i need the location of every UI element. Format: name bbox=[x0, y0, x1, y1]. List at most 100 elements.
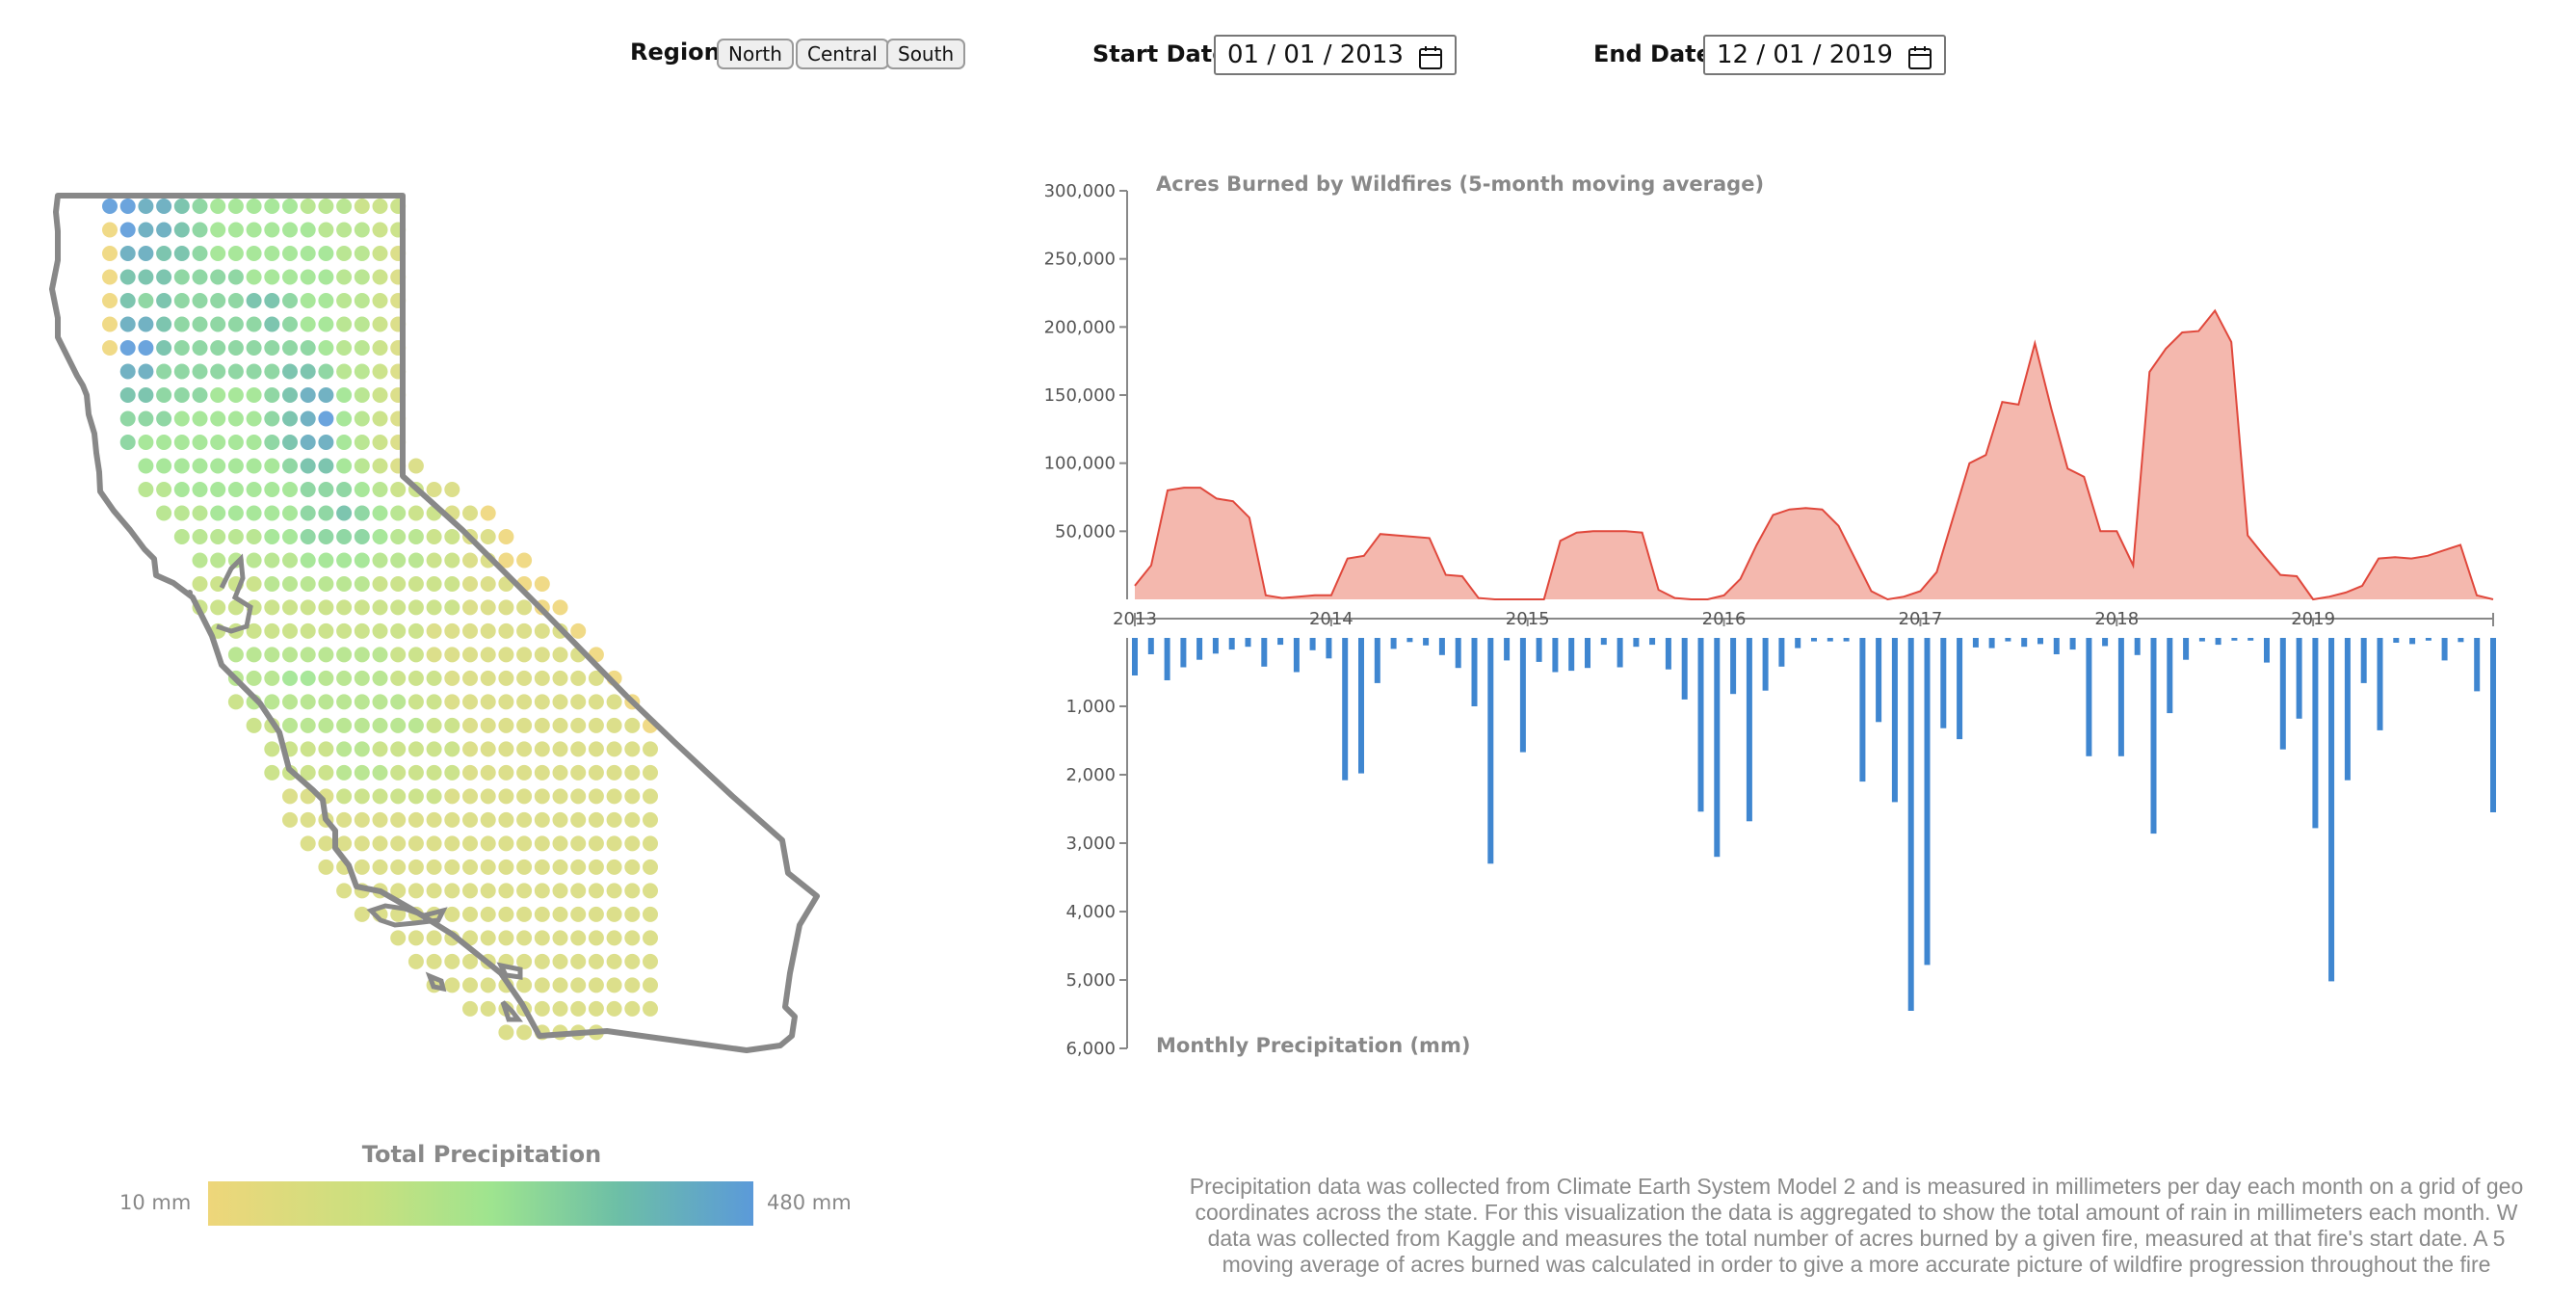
region-button-central[interactable]: Central bbox=[796, 39, 889, 69]
precipitation-dot[interactable] bbox=[372, 622, 388, 639]
precipitation-dot[interactable] bbox=[407, 599, 424, 616]
precipitation-dot[interactable] bbox=[138, 246, 154, 261]
precipitation-dot[interactable] bbox=[173, 387, 190, 403]
precipitation-dot[interactable] bbox=[192, 435, 208, 450]
precipitation-dot[interactable] bbox=[173, 269, 190, 285]
precipitation-dot[interactable] bbox=[227, 505, 244, 521]
precipitation-dot[interactable] bbox=[444, 599, 460, 616]
precipitation-dot[interactable] bbox=[372, 363, 388, 380]
precipitation-dot[interactable] bbox=[624, 811, 641, 828]
precipitation-dot[interactable] bbox=[300, 458, 316, 474]
precipitation-dot[interactable] bbox=[282, 363, 298, 380]
precipitation-dot[interactable] bbox=[426, 764, 442, 781]
precipitation-dot[interactable] bbox=[516, 977, 533, 993]
precipitation-dot[interactable] bbox=[426, 670, 442, 686]
precipitation-dot[interactable] bbox=[119, 293, 136, 308]
precipitation-dot[interactable] bbox=[390, 811, 407, 828]
precipitation-dot[interactable] bbox=[570, 788, 587, 805]
precipitation-dot[interactable] bbox=[192, 363, 208, 380]
precipitation-dot[interactable] bbox=[264, 363, 280, 380]
precipitation-dot[interactable] bbox=[372, 410, 388, 427]
precipitation-dot[interactable] bbox=[372, 741, 388, 757]
precipitation-dot[interactable] bbox=[264, 694, 280, 710]
precipitation-dot[interactable] bbox=[318, 576, 334, 592]
precipitation-dot[interactable] bbox=[102, 340, 118, 356]
precipitation-dot[interactable] bbox=[210, 199, 226, 214]
precipitation-dot[interactable] bbox=[318, 363, 334, 380]
precipitation-dot[interactable] bbox=[210, 552, 226, 569]
precipitation-dot[interactable] bbox=[264, 764, 280, 781]
precipitation-dot[interactable] bbox=[516, 835, 533, 852]
precipitation-dot[interactable] bbox=[282, 529, 298, 544]
precipitation-dot[interactable] bbox=[246, 199, 262, 214]
precipitation-dot[interactable] bbox=[300, 340, 316, 356]
precipitation-dot[interactable] bbox=[318, 387, 334, 403]
precipitation-dot[interactable] bbox=[227, 363, 244, 380]
precipitation-dot[interactable] bbox=[588, 1000, 604, 1017]
precipitation-dot[interactable] bbox=[444, 717, 460, 733]
precipitation-dot[interactable] bbox=[407, 552, 424, 569]
precipitation-dot[interactable] bbox=[462, 1000, 478, 1017]
precipitation-dot[interactable] bbox=[173, 316, 190, 332]
precipitation-dot[interactable] bbox=[102, 199, 118, 214]
precipitation-dot[interactable] bbox=[552, 788, 568, 805]
precipitation-dot[interactable] bbox=[336, 435, 353, 450]
precipitation-dot[interactable] bbox=[390, 599, 407, 616]
precipitation-dot[interactable] bbox=[318, 529, 334, 544]
precipitation-dot[interactable] bbox=[246, 717, 262, 733]
precipitation-dot[interactable] bbox=[462, 741, 478, 757]
precipitation-dot[interactable] bbox=[498, 906, 514, 922]
precipitation-dot[interactable] bbox=[227, 316, 244, 332]
precipitation-dot[interactable] bbox=[336, 764, 353, 781]
precipitation-dot[interactable] bbox=[282, 458, 298, 474]
precipitation-dot[interactable] bbox=[372, 859, 388, 875]
precipitation-dot[interactable] bbox=[426, 482, 442, 497]
precipitation-dot[interactable] bbox=[624, 977, 641, 993]
precipitation-dot[interactable] bbox=[246, 363, 262, 380]
precipitation-dot[interactable] bbox=[462, 599, 478, 616]
precipitation-dot[interactable] bbox=[227, 293, 244, 308]
precipitation-dot[interactable] bbox=[426, 552, 442, 569]
precipitation-dot[interactable] bbox=[246, 435, 262, 450]
precipitation-dot[interactable] bbox=[264, 222, 280, 238]
precipitation-dot[interactable] bbox=[552, 764, 568, 781]
precipitation-dot[interactable] bbox=[588, 906, 604, 922]
precipitation-dot[interactable] bbox=[119, 363, 136, 380]
precipitation-dot[interactable] bbox=[480, 599, 496, 616]
precipitation-dot[interactable] bbox=[643, 1000, 658, 1017]
precipitation-dot[interactable] bbox=[407, 741, 424, 757]
precipitation-dot[interactable] bbox=[354, 647, 370, 663]
precipitation-dot[interactable] bbox=[588, 930, 604, 946]
precipitation-dot[interactable] bbox=[372, 340, 388, 356]
precipitation-dot[interactable] bbox=[606, 1000, 622, 1017]
precipitation-dot[interactable] bbox=[192, 246, 208, 261]
precipitation-dot[interactable] bbox=[480, 717, 496, 733]
precipitation-dot[interactable] bbox=[498, 835, 514, 852]
precipitation-dot[interactable] bbox=[210, 269, 226, 285]
precipitation-dot[interactable] bbox=[390, 647, 407, 663]
precipitation-dot[interactable] bbox=[426, 835, 442, 852]
precipitation-dot[interactable] bbox=[227, 647, 244, 663]
precipitation-dot[interactable] bbox=[444, 906, 460, 922]
precipitation-dot[interactable] bbox=[336, 269, 353, 285]
precipitation-dot[interactable] bbox=[354, 576, 370, 592]
precipitation-dot[interactable] bbox=[354, 670, 370, 686]
precipitation-dot[interactable] bbox=[318, 458, 334, 474]
precipitation-dot[interactable] bbox=[192, 387, 208, 403]
precipitation-dot[interactable] bbox=[354, 293, 370, 308]
precipitation-dot[interactable] bbox=[534, 953, 550, 969]
precipitation-dot[interactable] bbox=[138, 316, 154, 332]
precipitation-dot[interactable] bbox=[336, 741, 353, 757]
precipitation-dot[interactable] bbox=[354, 246, 370, 261]
precipitation-dot[interactable] bbox=[372, 222, 388, 238]
precipitation-dot[interactable] bbox=[606, 906, 622, 922]
precipitation-dot[interactable] bbox=[570, 1000, 587, 1017]
precipitation-dot[interactable] bbox=[516, 1024, 533, 1041]
precipitation-dot[interactable] bbox=[552, 599, 568, 616]
precipitation-dot[interactable] bbox=[534, 694, 550, 710]
precipitation-dot[interactable] bbox=[282, 410, 298, 427]
precipitation-dot[interactable] bbox=[192, 576, 208, 592]
precipitation-dot[interactable] bbox=[552, 670, 568, 686]
precipitation-dot[interactable] bbox=[173, 505, 190, 521]
precipitation-dot[interactable] bbox=[156, 458, 172, 474]
